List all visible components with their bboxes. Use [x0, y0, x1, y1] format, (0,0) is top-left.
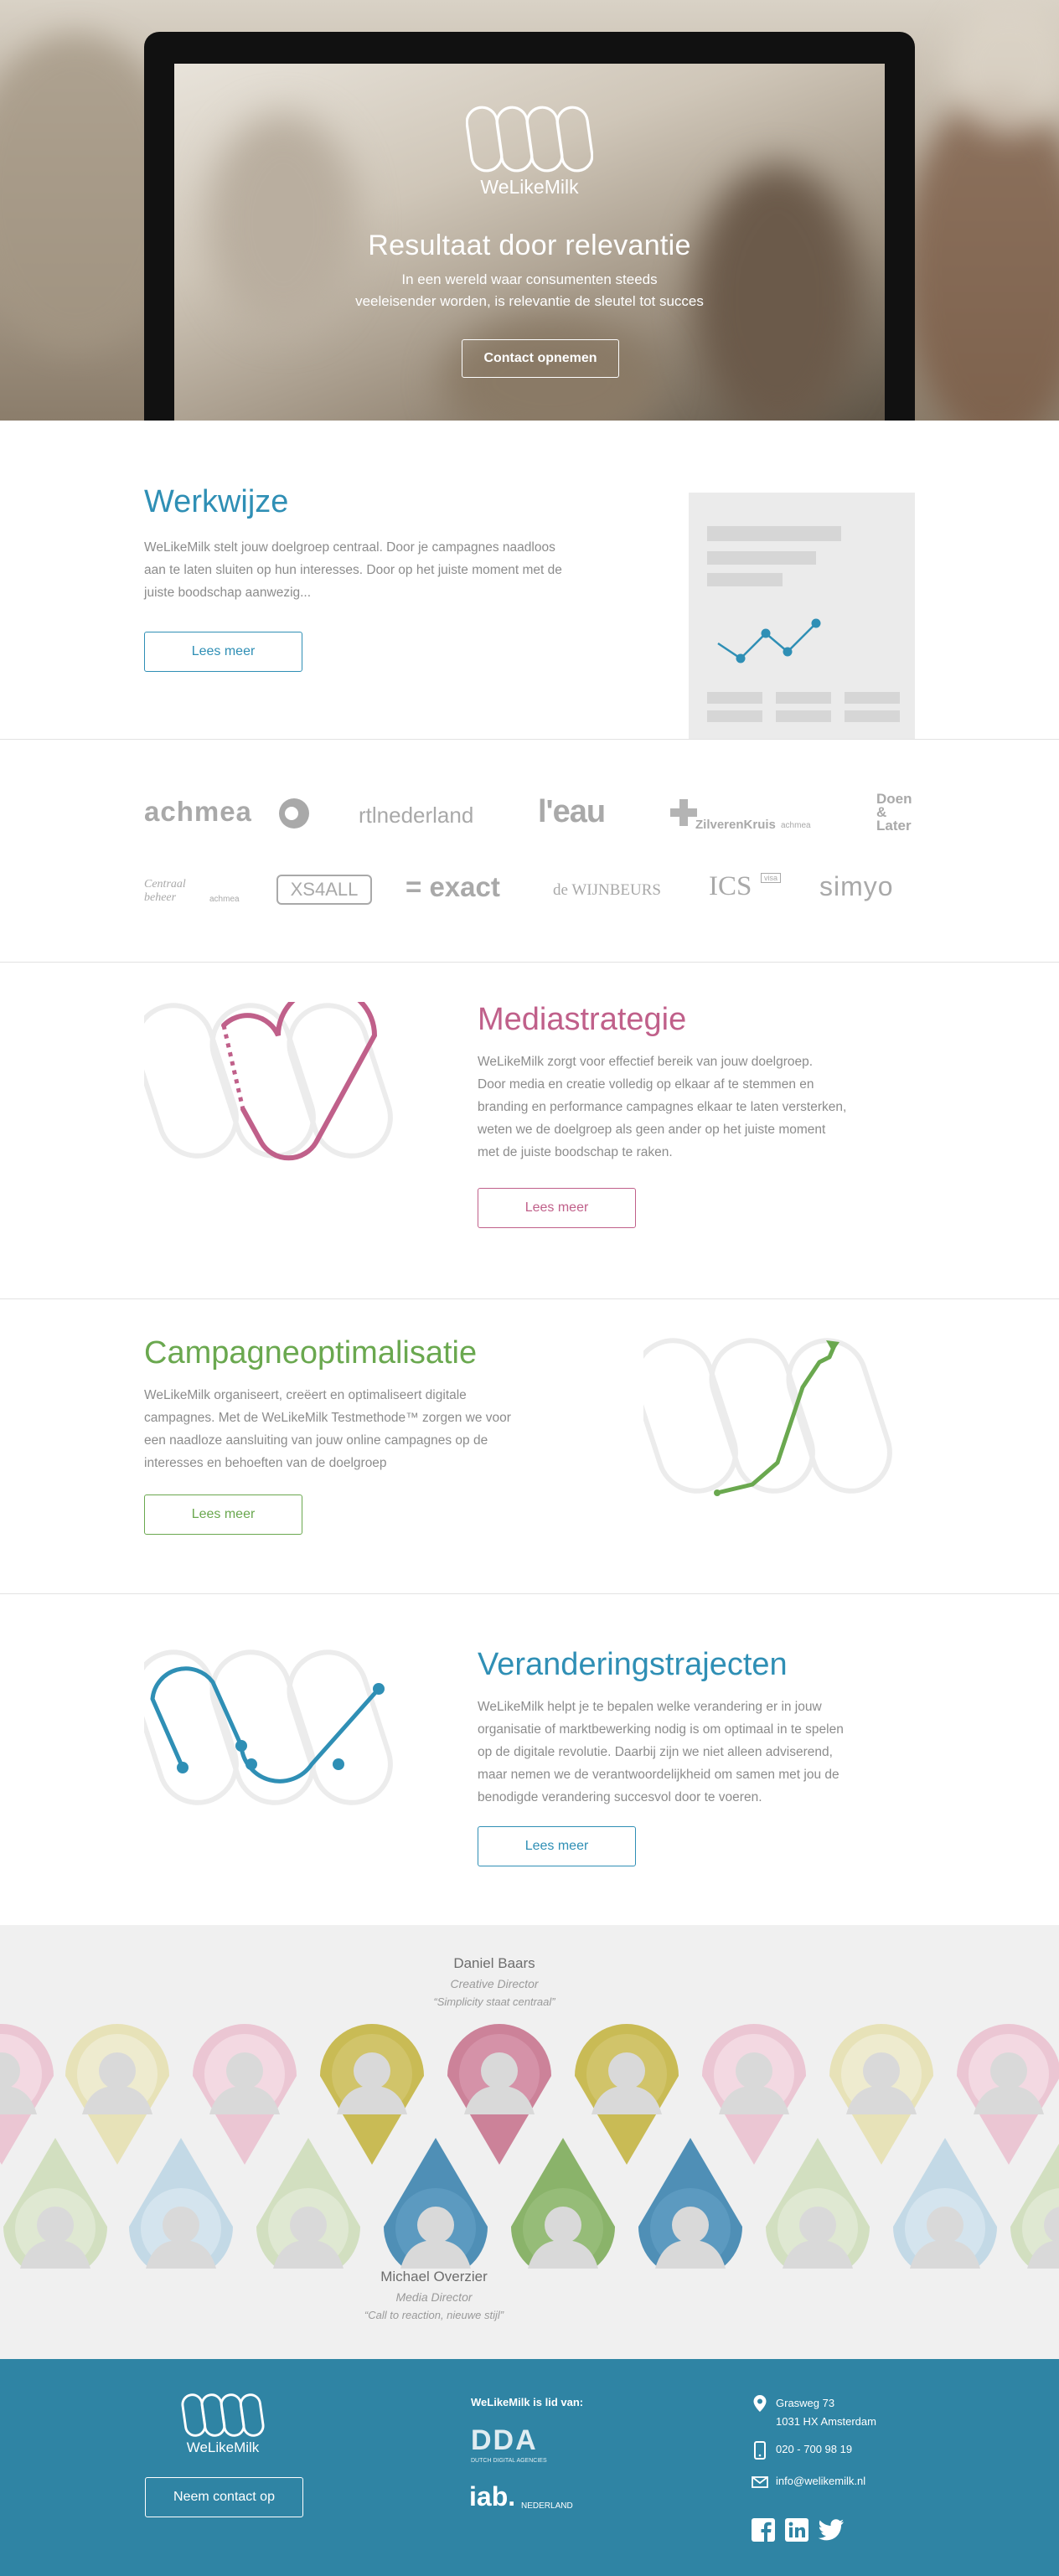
team-member-quote: “Simplicity staat centraal” [433, 1995, 555, 2008]
footer-brand-name: WeLikeMilk [186, 2439, 260, 2455]
team-portrait-row-top [0, 2024, 1059, 2165]
location-pin-icon [753, 2395, 767, 2412]
client-logo-simyo: simyo [819, 871, 894, 901]
section-divider [0, 739, 1059, 740]
client-logo-centraal-beheer: Centraal beheer [144, 878, 186, 904]
client-logo-wijnbeurs: de WIJNBEURS [553, 881, 661, 899]
contact-button[interactable]: Contact opnemen [462, 339, 619, 378]
dda-logo-sub: DUTCH DIGITAL AGENCIES [471, 2458, 547, 2464]
section-divider [0, 962, 1059, 963]
hero-subtitle-line1: In een wereld waar consumenten steeds [401, 271, 658, 287]
team-drops-illustration [0, 2024, 1059, 2269]
email-icon [752, 2476, 768, 2488]
campagne-illustration-icon [643, 1338, 892, 1496]
team-member-quote: “Call to reaction, nieuwe stijl” [364, 2309, 504, 2321]
werkwijze-read-more-button[interactable]: Lees meer [144, 632, 302, 672]
twitter-icon[interactable] [819, 2519, 844, 2541]
team-member-name: Daniel Baars [453, 1955, 535, 1971]
client-logo-achmea: achmea [144, 796, 252, 827]
section-divider [0, 1298, 1059, 1299]
client-logo-doen-en-later: Doen & Later [876, 791, 912, 834]
client-logo-centraal-beheer-sub: achmea [209, 895, 240, 904]
phone-number[interactable]: 020 - 700 98 19 [776, 2443, 852, 2455]
client-logo-exact: = exact [406, 871, 500, 902]
client-logo-rtlnederland: rtlnederland [359, 803, 474, 828]
client-logo-ics: ICS [709, 871, 752, 901]
welikemilk-logo-icon [181, 2393, 265, 2437]
verandering-read-more-button[interactable]: Lees meer [478, 1826, 636, 1866]
team-member-name: Michael Overzier [380, 2269, 488, 2284]
section-divider [0, 1593, 1059, 1594]
team-section: Daniel Baars Creative Director “Simplici… [0, 1925, 1059, 2359]
welikemilk-logo-icon [466, 106, 593, 173]
campagne-title: Campagneoptimalisatie [144, 1335, 478, 1371]
werkwijze-title: Werkwijze [144, 484, 289, 519]
hero-subtitle-line2: veeleisender worden, is relevantie de sl… [355, 293, 704, 309]
dashboard-illustration-icon [689, 493, 915, 739]
werkwijze-text: WeLikeMilk stelt jouw doelgroep centraal… [144, 540, 562, 600]
hero-brand-name: WeLikeMilk [480, 176, 579, 198]
verandering-illustration-icon [144, 1649, 393, 1805]
hero-title: Resultaat door relevantie [368, 230, 691, 261]
iab-logo-sub: NEDERLAND [521, 2501, 573, 2511]
dda-logo[interactable]: DDA [471, 2424, 538, 2457]
facebook-icon[interactable] [752, 2518, 775, 2542]
phone-icon [754, 2441, 766, 2460]
team-portrait-row-bottom [3, 2138, 1059, 2269]
mediastrategie-text: WeLikeMilk zorgt voor effectief bereik v… [478, 1055, 847, 1159]
iab-logo[interactable]: iab. [469, 2481, 515, 2512]
team-member-role: Creative Director [450, 1977, 539, 1990]
campagne-text: WeLikeMilk organiseert, creëert en optim… [144, 1388, 511, 1470]
footer-contact-button[interactable]: Neem contact op [145, 2477, 303, 2517]
mediastrategie-title: Mediastrategie [478, 1002, 687, 1037]
membership-label: WeLikeMilk is lid van: [471, 2396, 584, 2408]
mediastrategie-read-more-button[interactable]: Lees meer [478, 1188, 636, 1228]
client-logo-leau: l'eau [538, 794, 606, 829]
achmea-mark-icon [279, 798, 309, 829]
address: Grasweg 73 1031 HX Amsterdam [776, 2397, 876, 2428]
client-logo-xs4all: XS4ALL [276, 875, 372, 905]
email-link[interactable]: info@welikemilk.nl [776, 2475, 865, 2487]
mediastrategie-illustration-icon [144, 1002, 393, 1161]
campagne-read-more-button[interactable]: Lees meer [144, 1494, 302, 1535]
zilverenkruis-cross-icon [670, 799, 697, 826]
linkedin-icon[interactable] [785, 2518, 808, 2542]
hero-section: WeLikeMilk Resultaat door relevantie In … [0, 0, 1059, 421]
footer: WeLikeMilk Neem contact op WeLikeMilk is… [0, 2359, 1059, 2576]
client-logo-ics-visa: visa [761, 873, 782, 883]
team-member-role: Media Director [395, 2290, 473, 2304]
client-logo-zilverenkruis-sub: achmea [781, 821, 811, 830]
verandering-text: WeLikeMilk helpt je te bepalen welke ver… [478, 1700, 844, 1804]
verandering-title: Veranderingstrajecten [478, 1647, 788, 1682]
client-logo-zilverenkruis: ZilverenKruis [695, 818, 776, 832]
